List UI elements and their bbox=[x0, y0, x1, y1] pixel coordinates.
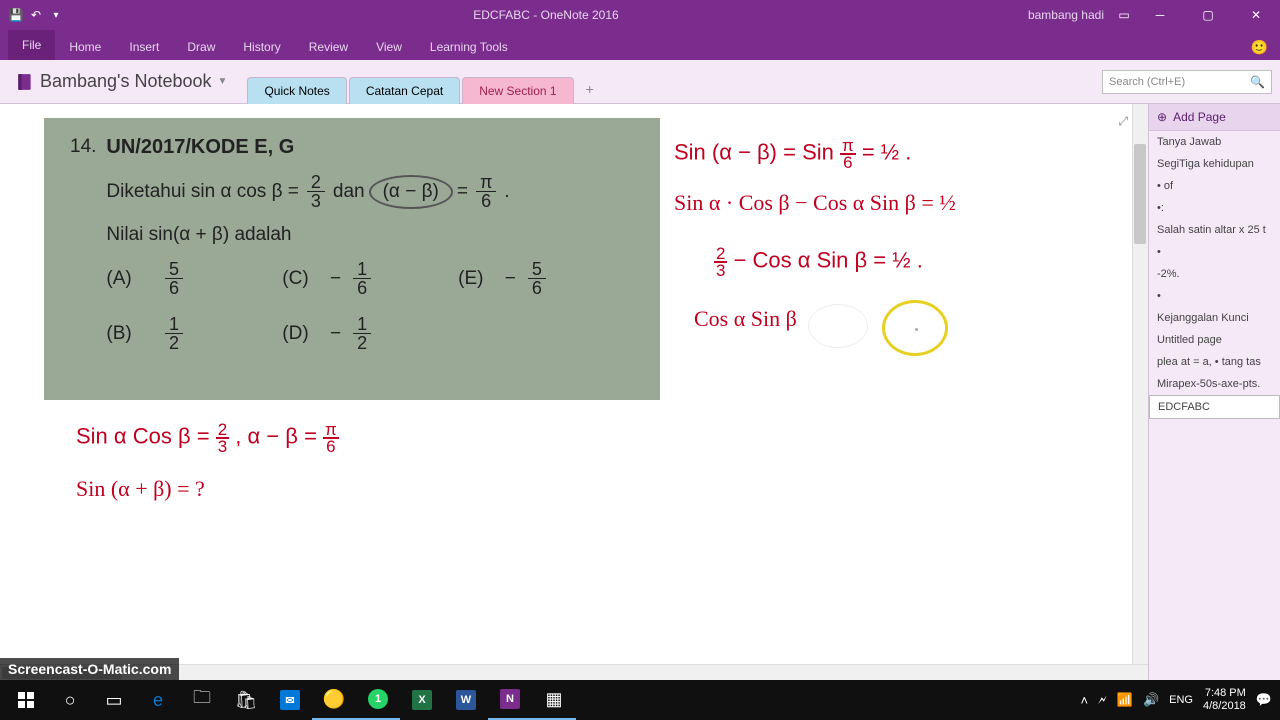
wifi-icon[interactable]: 📶 bbox=[1117, 692, 1133, 708]
chevron-down-icon: ▼ bbox=[218, 76, 228, 87]
language-indicator[interactable]: ENG bbox=[1169, 694, 1193, 706]
section-tabs: Quick Notes Catatan Cepat New Section 1 … bbox=[247, 60, 603, 103]
choice-b: (B) 12 bbox=[106, 315, 282, 352]
ink-line-5: Sin α Cos β = 23 , α − β = π6 bbox=[76, 422, 339, 455]
whatsapp-icon[interactable]: 1 bbox=[356, 680, 400, 720]
excel-icon[interactable]: X bbox=[400, 680, 444, 720]
ribbon: File Home Insert Draw History Review Vie… bbox=[0, 30, 1280, 60]
ink-line-1: Sin (α − β) = Sin π6 = ½ . bbox=[674, 138, 911, 171]
save-icon[interactable]: 💾 bbox=[8, 7, 24, 23]
maximize-button[interactable]: ▢ bbox=[1188, 0, 1228, 30]
choice-d: (D) −12 bbox=[282, 315, 458, 352]
recorder-icon[interactable]: ▦ bbox=[532, 680, 576, 720]
page-item[interactable]: Untitled page bbox=[1149, 329, 1280, 351]
page-item[interactable]: SegiTiga kehidupan bbox=[1149, 153, 1280, 175]
add-section-button[interactable]: + bbox=[576, 75, 604, 103]
page-item[interactable]: Salah satin altar x 25 t bbox=[1149, 219, 1280, 241]
cortana-search-icon[interactable]: ○ bbox=[48, 680, 92, 720]
plus-icon: ⊕ bbox=[1157, 110, 1167, 124]
page-item[interactable]: • of bbox=[1149, 175, 1280, 197]
page-item[interactable]: •: bbox=[1149, 197, 1280, 219]
choice-e: (E) −56 bbox=[458, 260, 634, 297]
volume-icon[interactable]: 🔊 bbox=[1143, 692, 1159, 708]
user-name: bambang hadi bbox=[1028, 8, 1104, 22]
ribbon-tab-review[interactable]: Review bbox=[295, 34, 362, 60]
problem-number: 14. bbox=[70, 136, 96, 352]
clock[interactable]: 7:48 PM 4/8/2018 bbox=[1203, 687, 1246, 713]
mail-icon[interactable]: ✉ bbox=[268, 680, 312, 720]
ribbon-tab-learning-tools[interactable]: Learning Tools bbox=[416, 34, 522, 60]
undo-icon[interactable]: ↶ bbox=[28, 7, 44, 23]
ink-line-2: Sin α · Cos β − Cos α Sin β = ½ bbox=[674, 190, 956, 216]
page-item[interactable]: Tanya Jawab bbox=[1149, 131, 1280, 153]
taskbar: ○ ▭ e 🗀 🛍 ✉ 🟡 1 X W N ▦ ˄ 🗲 📶 🔊 ENG 7:48… bbox=[0, 680, 1280, 720]
window-title: EDCFABC - OneNote 2016 bbox=[64, 8, 1028, 22]
store-icon[interactable]: 🛍 bbox=[224, 680, 268, 720]
battery-icon[interactable]: 🗲 bbox=[1098, 692, 1107, 708]
notebook-icon bbox=[16, 73, 34, 91]
search-icon: 🔍 bbox=[1250, 75, 1265, 89]
page-item[interactable]: EDCFABC bbox=[1149, 395, 1280, 419]
title-bar: 💾 ↶ ▾ EDCFABC - OneNote 2016 bambang had… bbox=[0, 0, 1280, 30]
notebook-toolbar: Bambang's Notebook ▼ Quick Notes Catatan… bbox=[0, 60, 1280, 104]
page-item[interactable]: • bbox=[1149, 285, 1280, 307]
section-tab-new-section-1[interactable]: New Section 1 bbox=[462, 77, 573, 104]
search-input[interactable]: Search (Ctrl+E) 🔍 bbox=[1102, 70, 1272, 94]
onenote-icon[interactable]: N bbox=[488, 680, 532, 720]
tray-chevron-up-icon[interactable]: ˄ bbox=[1081, 693, 1089, 708]
ribbon-tab-file[interactable]: File bbox=[8, 30, 55, 60]
chrome-icon[interactable]: 🟡 bbox=[312, 680, 356, 720]
page-canvas[interactable]: ⤢ 14. UN/2017/KODE E, G Diketahui sin α … bbox=[0, 104, 1148, 680]
eraser-outline bbox=[808, 304, 868, 348]
system-tray: ˄ 🗲 📶 🔊 ENG 7:48 PM 4/8/2018 💬 bbox=[1081, 687, 1277, 713]
page-item[interactable]: plea at = a, • tang tas bbox=[1149, 351, 1280, 373]
embedded-problem-image: 14. UN/2017/KODE E, G Diketahui sin α co… bbox=[44, 118, 660, 400]
page-item[interactable]: Kejanggalan Kunci bbox=[1149, 307, 1280, 329]
page-panel: ⊕ Add Page Tanya Jawab SegiTiga kehidupa… bbox=[1148, 104, 1280, 680]
page-item[interactable]: -2%. bbox=[1149, 263, 1280, 285]
problem-title: UN/2017/KODE E, G bbox=[106, 136, 634, 159]
ink-line-4: Cos α Sin β bbox=[694, 306, 797, 332]
notebook-name: Bambang's Notebook bbox=[40, 71, 212, 92]
start-button[interactable] bbox=[4, 680, 48, 720]
fullscreen-icon[interactable]: ⤢ bbox=[1118, 114, 1128, 129]
choice-c: (C) −16 bbox=[282, 260, 458, 297]
edge-icon[interactable]: e bbox=[136, 680, 180, 720]
section-tab-catatan-cepat[interactable]: Catatan Cepat bbox=[349, 77, 460, 104]
page-item[interactable]: Mirapex-50s-axe-pts. bbox=[1149, 373, 1280, 395]
section-tab-quick-notes[interactable]: Quick Notes bbox=[247, 77, 346, 104]
notebook-dropdown[interactable]: Bambang's Notebook ▼ bbox=[8, 67, 235, 96]
ink-line-6: Sin (α + β) = ? bbox=[76, 476, 205, 502]
file-explorer-icon[interactable]: 🗀 bbox=[180, 680, 224, 720]
page-list: Tanya Jawab SegiTiga kehidupan • of •: S… bbox=[1149, 131, 1280, 680]
ink-line-3: 23 − Cos α Sin β = ½ . bbox=[714, 246, 923, 279]
minimize-button[interactable]: ─ bbox=[1140, 0, 1180, 30]
recorder-watermark: Screencast-O-Matic.com bbox=[0, 658, 179, 680]
add-page-button[interactable]: ⊕ Add Page bbox=[1149, 104, 1280, 131]
qat-dropdown-icon[interactable]: ▾ bbox=[48, 7, 64, 23]
cursor-highlight bbox=[882, 300, 948, 356]
task-view-icon[interactable]: ▭ bbox=[92, 680, 136, 720]
word-icon[interactable]: W bbox=[444, 680, 488, 720]
ribbon-tab-insert[interactable]: Insert bbox=[115, 34, 173, 60]
emoji-icon[interactable]: 🙂 bbox=[1251, 39, 1268, 60]
account-icon[interactable]: ▭ bbox=[1116, 7, 1132, 23]
ribbon-tab-view[interactable]: View bbox=[362, 34, 416, 60]
ribbon-tab-home[interactable]: Home bbox=[55, 34, 115, 60]
choice-a: (A) 56 bbox=[106, 260, 282, 297]
vertical-scrollbar[interactable] bbox=[1132, 104, 1148, 680]
action-center-icon[interactable]: 💬 bbox=[1256, 692, 1272, 708]
close-button[interactable]: ✕ bbox=[1236, 0, 1276, 30]
ribbon-tab-history[interactable]: History bbox=[229, 34, 294, 60]
page-item[interactable]: • bbox=[1149, 241, 1280, 263]
ribbon-tab-draw[interactable]: Draw bbox=[173, 34, 229, 60]
